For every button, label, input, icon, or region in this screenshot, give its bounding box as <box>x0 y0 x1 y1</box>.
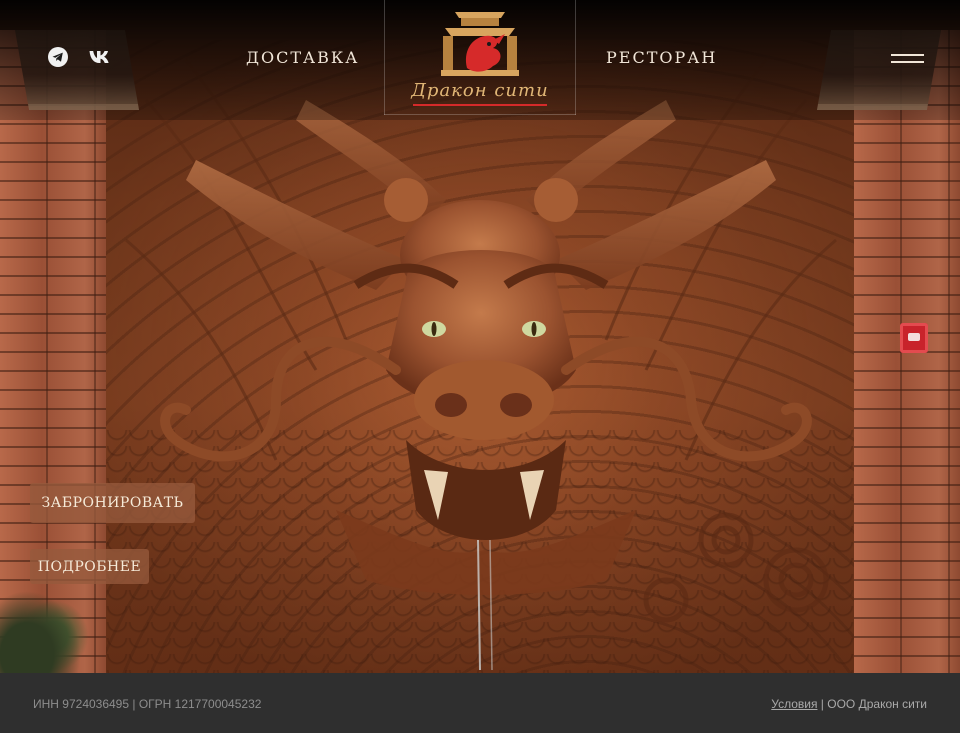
header-divider-right <box>575 0 576 115</box>
nav-delivery-link[interactable]: Доставка <box>246 44 359 72</box>
logo-bottom-divider <box>384 114 576 115</box>
dragon-logo-icon <box>441 12 519 76</box>
telegram-icon[interactable] <box>47 46 69 68</box>
burger-line <box>891 61 924 63</box>
vk-icon[interactable] <box>88 46 114 68</box>
book-table-button[interactable]: Забронировать <box>30 483 195 523</box>
plant-decoration <box>0 580 90 673</box>
footer-legal-info: ИНН 9724036495 | ОГРН 1217700045232 <box>33 697 262 711</box>
footer-separator: | <box>817 697 828 711</box>
site-logo[interactable]: Дракон сити <box>405 6 555 110</box>
logo-underline <box>413 104 547 106</box>
menu-burger-icon[interactable] <box>891 50 924 66</box>
site-header: Доставка Дракон сити Ресторан <box>0 0 960 115</box>
logo-text: Дракон сити <box>411 80 549 101</box>
footer-right: Условия | ООО Дракон сити <box>771 697 927 711</box>
fire-alarm-icon <box>900 323 928 353</box>
nav-restaurant-link[interactable]: Ресторан <box>606 44 717 72</box>
header-divider-left <box>384 0 385 115</box>
terms-link[interactable]: Условия <box>771 697 817 711</box>
site-footer: ИНН 9724036495 | ОГРН 1217700045232 Усло… <box>0 673 960 733</box>
more-info-button[interactable]: Подробнее <box>30 549 149 584</box>
dragon-head-image <box>125 59 837 671</box>
burger-line <box>891 54 924 56</box>
company-name: ООО Дракон сити <box>827 697 927 711</box>
